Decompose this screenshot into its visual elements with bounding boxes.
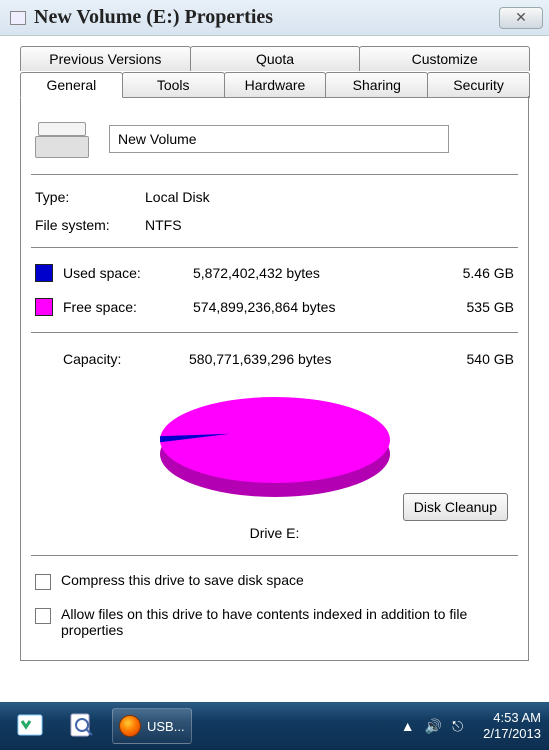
used-space-row: Used space: 5,872,402,432 bytes 5.46 GB [31, 256, 518, 290]
tab-general[interactable]: General [20, 72, 123, 98]
taskbar-app-2[interactable] [60, 708, 106, 744]
filesystem-row: File system: NTFS [31, 211, 518, 239]
usage-pie-chart: Disk Cleanup [31, 381, 518, 521]
type-value: Local Disk [145, 189, 210, 205]
divider [31, 174, 518, 175]
network-icon[interactable]: ⎋ [452, 718, 463, 735]
filesystem-label: File system: [35, 217, 145, 233]
free-space-row: Free space: 574,899,236,864 bytes 535 GB [31, 290, 518, 324]
task-label: USB... [147, 719, 185, 734]
taskbar: USB... ▲ 🔊 ⎋ 4:53 AM 2/17/2013 [0, 702, 549, 750]
close-icon: ✕ [515, 9, 527, 26]
tab-customize[interactable]: Customize [359, 46, 530, 71]
filesystem-value: NTFS [145, 217, 182, 233]
taskbar-app-1[interactable] [8, 708, 54, 744]
chevron-up-icon[interactable]: ▲ [401, 718, 415, 734]
type-row: Type: Local Disk [31, 183, 518, 211]
drive-label: Drive E: [31, 525, 518, 541]
volume-label-input[interactable] [109, 125, 449, 153]
volume-icon[interactable]: 🔊 [425, 718, 442, 735]
tab-sharing[interactable]: Sharing [325, 72, 428, 98]
divider [31, 555, 518, 556]
capacity-label: Capacity: [63, 351, 189, 367]
capacity-gb: 540 GB [434, 351, 514, 367]
taskbar-clock[interactable]: 4:53 AM 2/17/2013 [483, 710, 541, 741]
tab-tools[interactable]: Tools [122, 72, 225, 98]
compress-checkbox[interactable] [35, 574, 51, 590]
titlebar: New Volume (E:) Properties ✕ [0, 0, 549, 36]
free-label: Free space: [63, 299, 193, 315]
index-label: Allow files on this drive to have conten… [61, 606, 514, 638]
divider [31, 332, 518, 333]
tab-quota[interactable]: Quota [190, 46, 361, 71]
tab-hardware[interactable]: Hardware [224, 72, 327, 98]
app-icon [10, 11, 26, 25]
clock-date: 2/17/2013 [483, 726, 541, 742]
system-tray: ▲ 🔊 ⎋ 4:53 AM 2/17/2013 [401, 710, 541, 741]
tab-security[interactable]: Security [427, 72, 530, 98]
tab-previous-versions[interactable]: Previous Versions [20, 46, 191, 71]
index-checkbox[interactable] [35, 608, 51, 624]
capacity-row: Capacity: 580,771,639,296 bytes 540 GB [31, 341, 518, 373]
free-gb: 535 GB [434, 299, 514, 315]
clock-time: 4:53 AM [483, 710, 541, 726]
taskbar-task-usb[interactable]: USB... [112, 708, 192, 744]
window-title: New Volume (E:) Properties [34, 6, 273, 29]
drive-icon [35, 120, 89, 158]
close-button[interactable]: ✕ [499, 7, 543, 29]
used-swatch [35, 264, 53, 282]
firefox-icon [119, 715, 141, 737]
disk-cleanup-button[interactable]: Disk Cleanup [403, 493, 508, 521]
used-label: Used space: [63, 265, 193, 281]
used-gb: 5.46 GB [434, 265, 514, 281]
magnifier-icon [68, 711, 98, 741]
used-bytes: 5,872,402,432 bytes [193, 265, 434, 281]
type-label: Type: [35, 189, 145, 205]
compress-label: Compress this drive to save disk space [61, 572, 304, 588]
notepad-icon [16, 713, 46, 739]
divider [31, 247, 518, 248]
free-bytes: 574,899,236,864 bytes [193, 299, 434, 315]
capacity-bytes: 580,771,639,296 bytes [189, 351, 434, 367]
free-swatch [35, 298, 53, 316]
